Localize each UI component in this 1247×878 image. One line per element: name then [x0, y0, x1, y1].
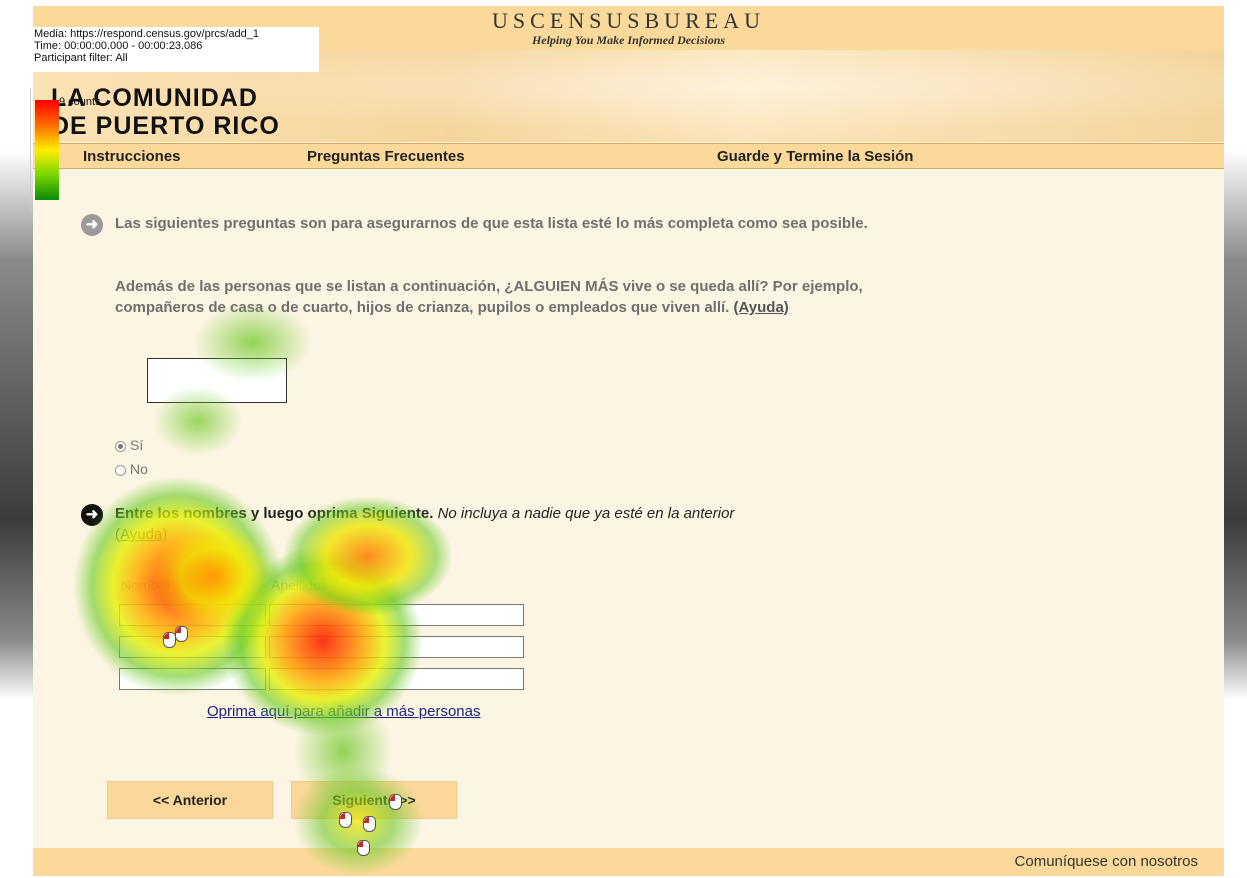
heatmap-legend: 9 counts: [30, 88, 101, 212]
nav-instrucciones[interactable]: Instrucciones: [83, 148, 181, 165]
arrow-right-icon: ➜: [81, 214, 103, 236]
radio-no-label: No: [130, 461, 148, 477]
nav-guarde-termine[interactable]: Guarde y Termine la Sesión: [717, 148, 913, 165]
radio-no[interactable]: No: [115, 461, 148, 477]
media-url: Media: https://respond.census.gov/prcs/a…: [34, 28, 260, 40]
media-info-box: Media: https://respond.census.gov/prcs/a…: [31, 27, 319, 72]
heatmap-color-scale: [35, 100, 59, 200]
last-name-input-2[interactable]: [269, 636, 524, 658]
nav-preguntas-frecuentes[interactable]: Preguntas Frecuentes: [307, 148, 465, 165]
question-1-text: Además de las personas que se listan a c…: [115, 276, 875, 318]
first-name-input-3[interactable]: [119, 668, 266, 690]
help-link-2[interactable]: (Ayuda): [115, 526, 167, 543]
arrow-right-icon: ➜: [81, 504, 103, 526]
question-2-bold: Entre los nombres y luego oprima Siguien…: [115, 505, 434, 522]
legend-count-label: 9 counts: [59, 96, 101, 108]
column-last-name: Apellidos: [271, 577, 328, 593]
census-page: USCENSUSBUREAU Helping You Make Informed…: [33, 6, 1224, 876]
brand-line-2: DE PUERTO RICO: [51, 112, 280, 140]
last-name-input-3[interactable]: [269, 668, 524, 690]
person-count-input[interactable]: [147, 358, 287, 403]
help-link-1[interactable]: (Ayuda): [734, 299, 789, 316]
first-name-input-1[interactable]: [119, 604, 266, 626]
question-1-intro: Las siguientes preguntas son para asegur…: [115, 215, 868, 232]
previous-button[interactable]: << Anterior: [107, 781, 273, 819]
first-name-input-2[interactable]: [119, 636, 266, 658]
question-2-italic: No incluya a nadie que ya esté en la ant…: [433, 505, 735, 522]
add-more-people-link[interactable]: Oprima aquí para añadir a más personas: [207, 703, 480, 720]
radio-yes-label: Sí: [130, 437, 144, 453]
question-2-text: Entre los nombres y luego oprima Siguien…: [115, 503, 875, 545]
radio-yes[interactable]: Sí: [115, 437, 143, 453]
nav-bar: Instrucciones Preguntas Frecuentes Guard…: [33, 143, 1224, 169]
radio-no-dot[interactable]: [115, 464, 126, 476]
radio-yes-dot[interactable]: [115, 440, 126, 452]
next-button[interactable]: Siguiente >>: [291, 781, 457, 819]
participant-filter: Participant filter: All: [34, 52, 128, 64]
column-first-name: Nombre: [121, 577, 171, 593]
footer: Comuníquese con nosotros: [33, 848, 1224, 876]
contact-link[interactable]: Comuníquese con nosotros: [1015, 853, 1198, 870]
last-name-input-1[interactable]: [269, 604, 524, 626]
media-time: Time: 00:00:00.000 - 00:00:23.086: [34, 40, 203, 52]
